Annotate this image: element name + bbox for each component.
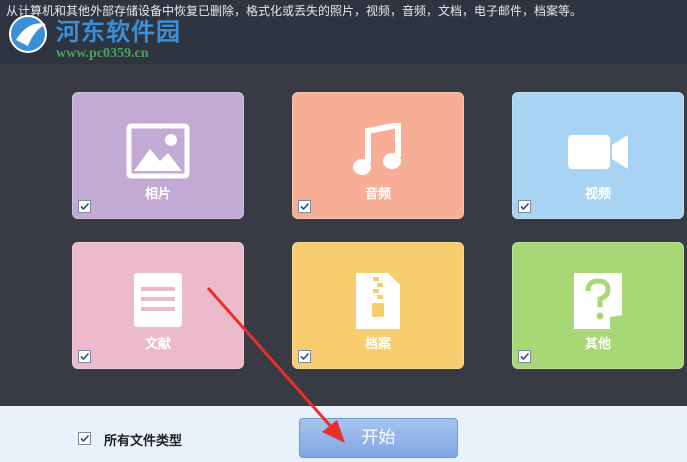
tile-other[interactable]: 其他	[512, 242, 684, 369]
tile-label: 其他	[584, 337, 611, 352]
all-file-types-checkbox[interactable]	[78, 432, 91, 445]
tile-checkbox[interactable]	[78, 350, 91, 363]
tile-label: 文献	[144, 337, 171, 352]
tile-archives[interactable]: 档案	[292, 242, 464, 369]
tile-checkbox[interactable]	[78, 200, 91, 213]
music-note-icon	[353, 123, 401, 175]
file-type-panel: 相片 音频 视频 文献 档案 其他	[0, 64, 687, 406]
archive-zip-icon	[356, 273, 400, 329]
start-button[interactable]: 开始	[299, 418, 458, 458]
all-file-types-label: 所有文件类型	[104, 434, 183, 449]
tile-checkbox[interactable]	[298, 200, 311, 213]
tile-audio[interactable]: 音频	[292, 92, 464, 219]
header-bar: 从计算机和其他外部存储设备中恢复已删除，格式化或丢失的照片，视频，音频，文档，电…	[0, 0, 687, 64]
document-icon	[134, 273, 182, 327]
tile-label: 档案	[364, 337, 391, 352]
watermark-url: www.pc0359.cn	[56, 46, 149, 61]
footer-bar: 所有文件类型 开始	[0, 406, 687, 462]
watermark-logo-icon	[9, 15, 47, 53]
tile-checkbox[interactable]	[518, 200, 531, 213]
tile-documents[interactable]: 文献	[72, 242, 244, 369]
tile-checkbox[interactable]	[518, 350, 531, 363]
tile-photos[interactable]: 相片	[72, 92, 244, 219]
watermark: 河东软件园 www.pc0359.cn	[6, 8, 206, 62]
question-file-icon	[574, 273, 622, 329]
tile-label: 音频	[364, 187, 391, 202]
tile-label: 视频	[584, 187, 611, 202]
image-icon	[126, 123, 190, 179]
tile-label: 相片	[144, 187, 171, 202]
tile-video[interactable]: 视频	[512, 92, 684, 219]
tile-checkbox[interactable]	[298, 350, 311, 363]
video-camera-icon	[568, 135, 628, 169]
watermark-title: 河东软件园	[56, 17, 181, 46]
